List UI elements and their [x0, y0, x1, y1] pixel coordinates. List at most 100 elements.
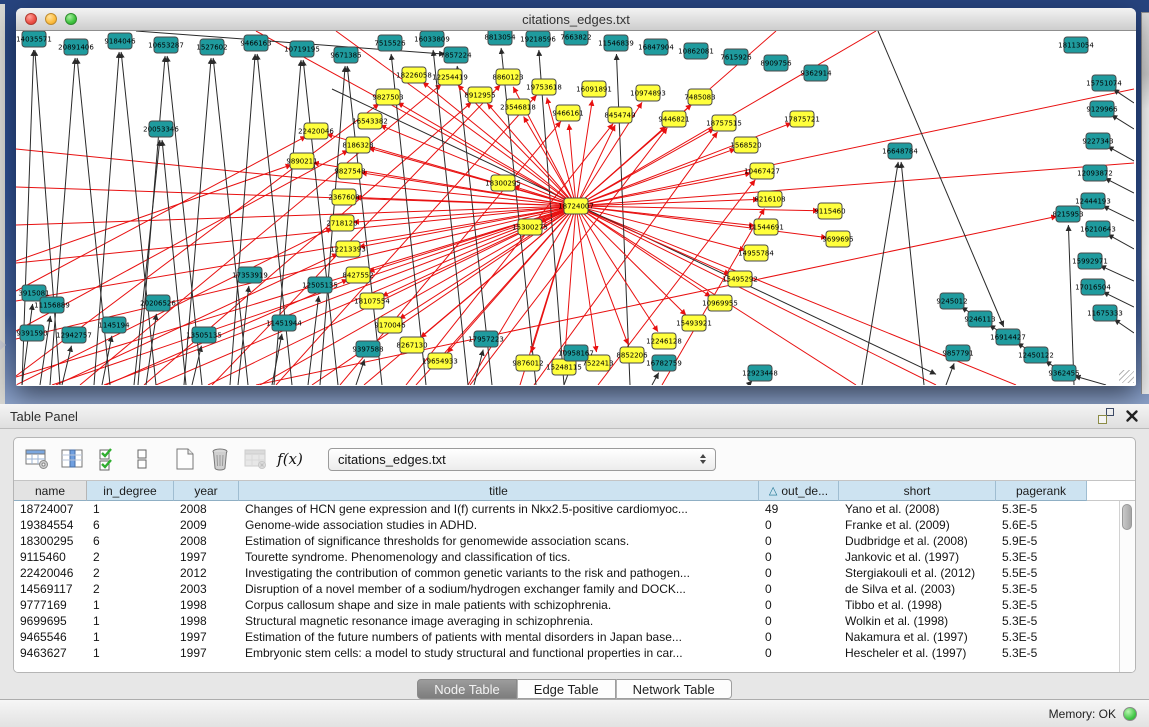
graph-node[interactable]: 20891406: [58, 39, 94, 55]
graph-node[interactable]: 9129966: [1086, 101, 1118, 117]
graph-node[interactable]: 16782759: [646, 355, 682, 371]
graph-node[interactable]: 9446821: [658, 111, 689, 127]
function-builder-icon[interactable]: f(x): [277, 446, 303, 472]
graph-node[interactable]: 9827548: [334, 163, 365, 179]
graph-node[interactable]: 18757515: [706, 115, 742, 131]
graph-node[interactable]: 2367608: [328, 189, 359, 205]
graph-node[interactable]: 7663822: [560, 31, 591, 45]
graph-node[interactable]: 2718120: [326, 215, 357, 231]
scrollbar-thumb[interactable]: [1122, 504, 1132, 530]
table-row[interactable]: 946362711997Embryonic stem cells: a mode…: [14, 645, 1135, 661]
memory-status-indicator-icon[interactable]: [1123, 707, 1137, 721]
graph-node[interactable]: 11451944: [266, 315, 302, 331]
show-columns-icon[interactable]: [59, 446, 85, 472]
graph-node[interactable]: 9827503: [372, 89, 403, 105]
graph-node[interactable]: 17957223: [468, 331, 504, 347]
citation-network-graph[interactable]: 1872400718226058982750316543382818632898…: [16, 31, 1134, 385]
graph-node[interactable]: 10467427: [744, 163, 780, 179]
graph-node[interactable]: 9170046: [374, 317, 406, 333]
graph-node[interactable]: 16847904: [638, 39, 674, 55]
select-all-columns-icon[interactable]: [94, 446, 120, 472]
graph-node[interactable]: 12246128: [646, 333, 682, 349]
graph-node[interactable]: 8215953: [1052, 206, 1083, 222]
graph-node[interactable]: 10862081: [678, 43, 714, 59]
graph-node[interactable]: 10653287: [148, 37, 184, 53]
graph-node[interactable]: 15493921: [676, 315, 712, 331]
graph-node[interactable]: 9397588: [352, 341, 383, 357]
column-header-title[interactable]: title: [239, 481, 759, 501]
graph-node[interactable]: 9699695: [822, 231, 853, 247]
table-row[interactable]: 1830029562008Estimation of significance …: [14, 533, 1135, 549]
column-header-year[interactable]: year: [174, 481, 239, 501]
graph-node[interactable]: 8427552: [342, 267, 373, 283]
graph-node[interactable]: 22420046: [298, 123, 334, 139]
graph-node[interactable]: 15751074: [1086, 75, 1122, 91]
graph-node[interactable]: 12505135: [302, 277, 338, 293]
graph-node[interactable]: 17875721: [784, 111, 820, 127]
table-row[interactable]: 2242004622012Investigating the contribut…: [14, 565, 1135, 581]
table-options-icon[interactable]: [24, 446, 50, 472]
graph-node[interactable]: 8813054: [484, 31, 516, 45]
graph-node[interactable]: 9890211: [286, 153, 317, 169]
graph-node[interactable]: 20206526: [140, 295, 176, 311]
vertical-scrollbar[interactable]: [1119, 501, 1135, 672]
graph-node[interactable]: 9671385: [330, 47, 361, 63]
deselect-all-columns-icon[interactable]: [129, 446, 155, 472]
graph-node[interactable]: 11675333: [1087, 305, 1123, 321]
table-row[interactable]: 946554611997Estimation of the future num…: [14, 629, 1135, 645]
window-resize-grip[interactable]: [1119, 370, 1134, 383]
graph-node[interactable]: 9115460: [814, 203, 845, 219]
create-column-icon[interactable]: [172, 446, 198, 472]
graph-node[interactable]: 9391590: [16, 325, 47, 341]
close-panel-icon[interactable]: [1125, 409, 1139, 423]
table-row[interactable]: 1938455462009Genome-wide association stu…: [14, 517, 1135, 533]
graph-node[interactable]: 12254419: [432, 69, 468, 85]
graph-node[interactable]: 9245012: [936, 293, 967, 309]
graph-node[interactable]: 9184046: [104, 33, 136, 49]
column-header-pagerank[interactable]: pagerank: [996, 481, 1087, 501]
graph-node[interactable]: 18226058: [396, 67, 432, 83]
graph-node[interactable]: 10969955: [702, 295, 738, 311]
graph-node[interactable]: 16210643: [1080, 221, 1116, 237]
graph-node[interactable]: 7615926: [720, 49, 752, 65]
graph-node[interactable]: 11544691: [748, 219, 784, 235]
graph-node[interactable]: 9227343: [1082, 133, 1113, 149]
graph-node[interactable]: 8909756: [760, 55, 792, 71]
graph-node[interactable]: 19654933: [422, 353, 458, 369]
graph-node[interactable]: 8216108: [754, 191, 785, 207]
tab-node-table[interactable]: Node Table: [417, 679, 517, 699]
graph-node[interactable]: 12942757: [56, 327, 92, 343]
graph-node[interactable]: 9362455: [1048, 365, 1079, 381]
graph-node[interactable]: 17016504: [1075, 279, 1111, 295]
network-canvas[interactable]: 1872400718226058982750316543382818632898…: [16, 31, 1136, 385]
graph-node[interactable]: 9876012: [512, 355, 543, 371]
graph-node[interactable]: 12923448: [742, 365, 778, 381]
graph-node[interactable]: 1527602: [196, 39, 227, 55]
graph-node[interactable]: 7485083: [684, 89, 715, 105]
column-header-short[interactable]: short: [839, 481, 996, 501]
graph-node[interactable]: 1145194: [98, 317, 130, 333]
panel-collapse-arrow-icon[interactable]: [0, 340, 6, 350]
graph-node[interactable]: 8912955: [464, 87, 495, 103]
graph-node[interactable]: 11546839: [598, 35, 634, 51]
delete-column-icon[interactable]: [207, 446, 233, 472]
graph-node[interactable]: 7515526: [374, 35, 406, 51]
network-window-titlebar[interactable]: citations_edges.txt: [16, 8, 1136, 31]
graph-node[interactable]: 12450122: [1018, 347, 1054, 363]
graph-node[interactable]: 14955784: [738, 245, 774, 261]
column-header-out_de[interactable]: △out_de...: [759, 481, 839, 501]
table-row[interactable]: 969969511998Structural magnetic resonanc…: [14, 613, 1135, 629]
graph-node[interactable]: 7857224: [440, 47, 472, 63]
graph-node[interactable]: 8186328: [342, 137, 373, 153]
table-row[interactable]: 1456911722003Disruption of a novel membe…: [14, 581, 1135, 597]
graph-node[interactable]: 9857791: [942, 345, 973, 361]
column-header-in_degree[interactable]: in_degree: [87, 481, 174, 501]
graph-node[interactable]: 18113054: [1058, 37, 1094, 53]
tab-network-table[interactable]: Network Table: [616, 679, 732, 699]
graph-node[interactable]: 9246113: [964, 311, 995, 327]
graph-node[interactable]: 16914427: [990, 329, 1026, 345]
zoom-window-button[interactable]: [65, 13, 77, 25]
graph-node[interactable]: 19753618: [526, 79, 562, 95]
graph-node[interactable]: 16033809: [414, 31, 450, 47]
graph-node[interactable]: 9362914: [800, 65, 832, 81]
